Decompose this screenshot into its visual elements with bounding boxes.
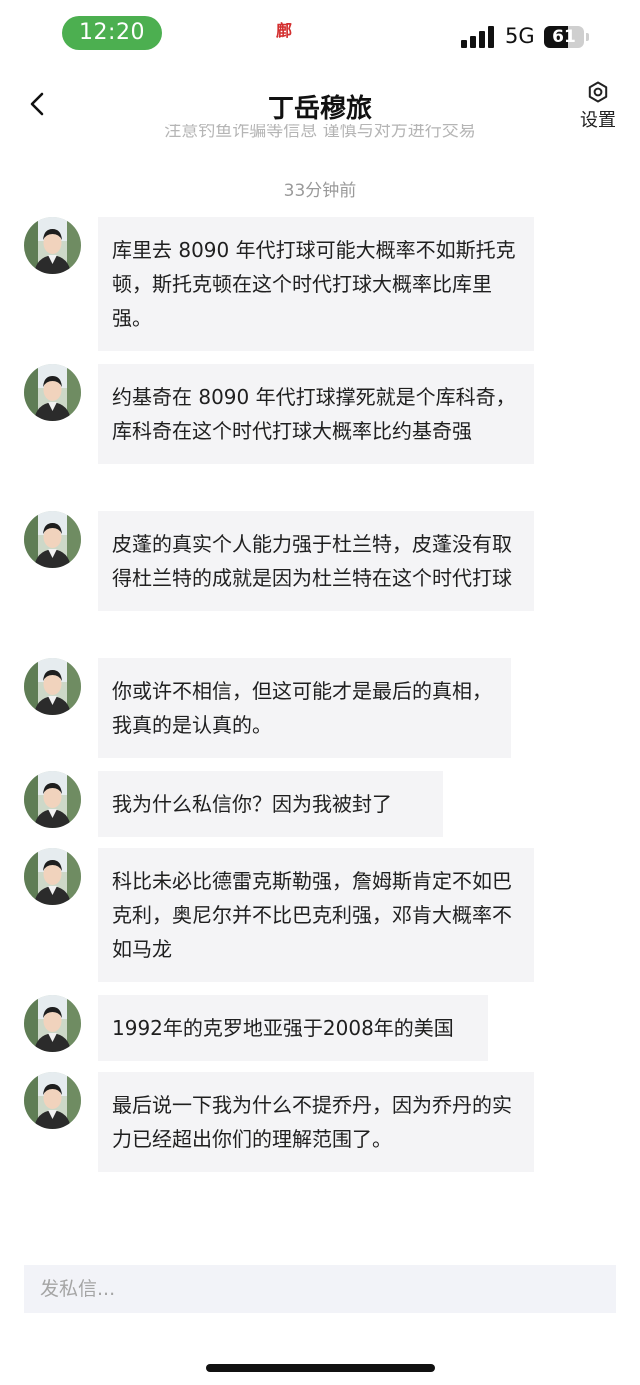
message-bubble: 我为什么私信你？因为我被封了: [98, 771, 443, 837]
avatar[interactable]: [24, 995, 81, 1052]
status-center-mark: 鄜: [276, 21, 293, 40]
avatar[interactable]: [24, 511, 81, 568]
battery-icon: 61: [544, 26, 584, 48]
avatar[interactable]: [24, 217, 81, 274]
gear-icon: [588, 81, 608, 103]
message-bubble: 最后说一下我为什么不提乔丹，因为乔丹的实力已经超出你们的理解范围了。: [98, 1072, 534, 1172]
message-timestamp: 33分钟前: [283, 181, 357, 201]
message-input[interactable]: 发私信...: [24, 1265, 616, 1313]
battery-level: 61: [552, 27, 576, 47]
cellular-signal-icon: [461, 26, 495, 48]
message-bubble: 科比未必比德雷克斯勒强，詹姆斯肯定不如巴克利，奥尼尔并不比巴克利强，邓肯大概率不…: [98, 848, 534, 982]
network-type: 5G: [505, 24, 535, 48]
avatar[interactable]: [24, 848, 81, 905]
status-time: 12:20: [62, 16, 162, 50]
message-bubble: 皮蓬的真实个人能力强于杜兰特，皮蓬没有取得杜兰特的成就是因为杜兰特在这个时代打球: [98, 511, 534, 611]
avatar[interactable]: [24, 1072, 81, 1129]
avatar[interactable]: [24, 658, 81, 715]
status-bar: 12:20 鄜 5G 61: [0, 0, 640, 70]
avatar[interactable]: [24, 364, 81, 421]
page-title: 丁岳穆旅: [267, 94, 372, 124]
battery-cap: [586, 33, 589, 41]
avatar[interactable]: [24, 771, 81, 828]
safety-notice: 注意钓鱼诈骗等信息 谨慎与对方进行交易: [164, 124, 476, 141]
message-bubble: 你或许不相信，但这可能才是最后的真相，我真的是认真的。: [98, 658, 511, 758]
message-bubble: 库里去 8090 年代打球可能大概率不如斯托克顿，斯托克顿在这个时代打球大概率比…: [98, 217, 534, 351]
message-bubble: 1992年的克罗地亚强于2008年的美国: [98, 995, 488, 1061]
home-indicator[interactable]: [206, 1364, 435, 1372]
message-bubble: 约基奇在 8090 年代打球撑死就是个库科奇，库科奇在这个时代打球大概率比约基奇…: [98, 364, 534, 464]
